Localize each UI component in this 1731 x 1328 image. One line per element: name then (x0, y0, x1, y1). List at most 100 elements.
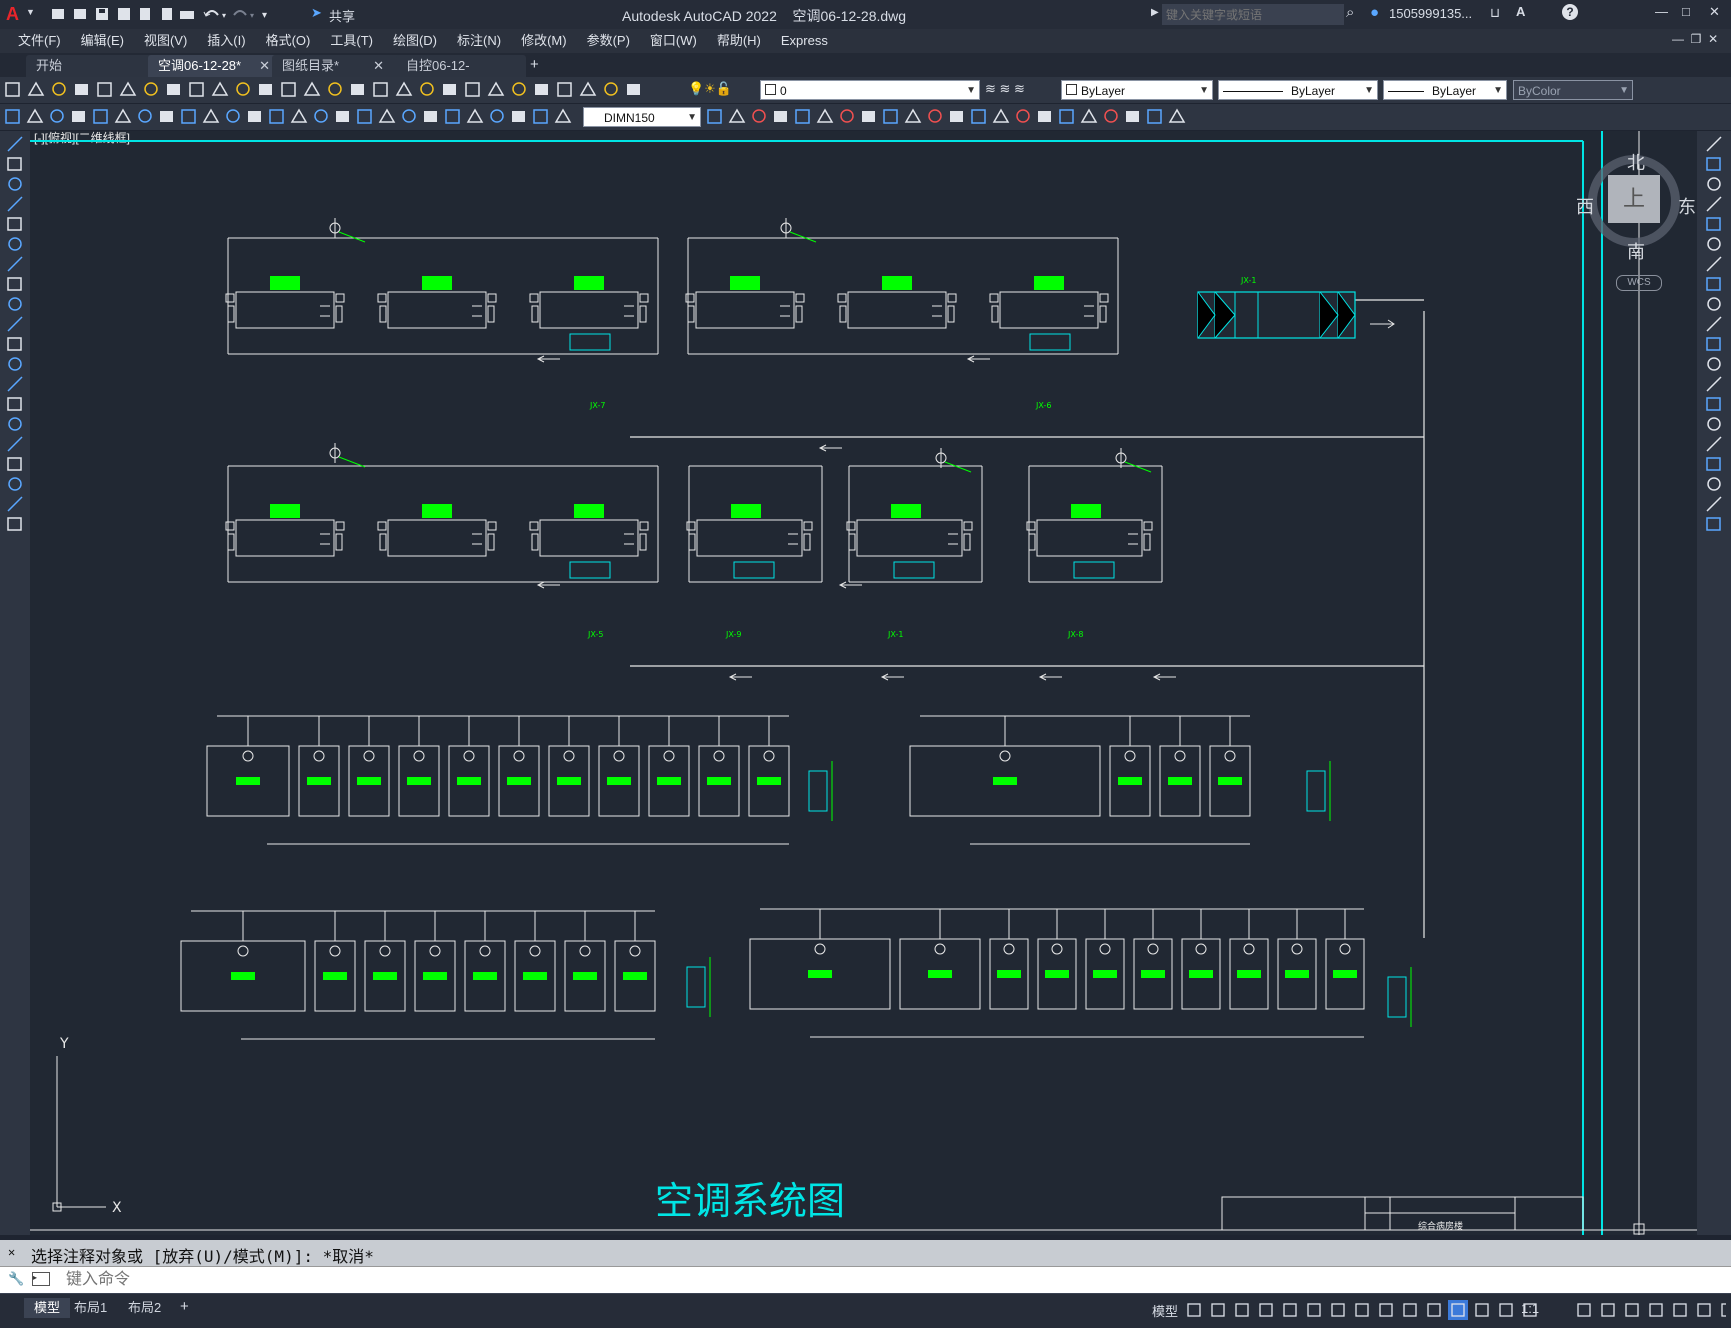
toolbar-tool-icon[interactable] (424, 111, 437, 122)
user-icon[interactable]: ● (1370, 4, 1379, 21)
toolbar-tool-icon[interactable] (992, 108, 1010, 123)
toolbar-tool-icon[interactable] (248, 111, 261, 122)
search-expand-icon[interactable]: ▶ (1151, 7, 1159, 18)
toolbar-tool-icon[interactable] (465, 82, 480, 97)
palette-tool-icon[interactable] (7, 397, 22, 411)
status-toggle-icon[interactable] (1577, 1303, 1591, 1317)
toolbar-tool-icon[interactable] (52, 82, 66, 96)
menu-item[interactable]: Express (771, 29, 838, 53)
toolbar-tool-icon[interactable] (862, 111, 875, 122)
modify-tools-icons[interactable] (1697, 131, 1731, 551)
palette-tool-icon[interactable] (1706, 316, 1722, 332)
add-layout-button[interactable]: + (180, 1298, 189, 1315)
palette-tool-icon[interactable] (7, 316, 23, 332)
toolbar-tool-icon[interactable] (93, 109, 108, 124)
toolbar-tool-icon[interactable] (211, 81, 229, 96)
close-icon[interactable]: ✕ (373, 58, 384, 73)
palette-tool-icon[interactable] (1706, 457, 1721, 471)
new-tab-button[interactable]: + (530, 56, 539, 73)
share-button[interactable]: 共享 (329, 6, 355, 25)
toolbar-tool-icon[interactable] (202, 108, 220, 123)
menu-item[interactable]: 窗口(W) (640, 29, 707, 53)
palette-tool-icon[interactable] (1707, 357, 1721, 371)
close-icon[interactable]: ✕ (8, 1245, 15, 1259)
viewcube-south[interactable]: 南 (1627, 238, 1645, 264)
lineweight-dropdown[interactable]: ByLayer ▼ (1383, 80, 1507, 100)
tab-hvac-drawing[interactable]: 空调06-12-28* ✕ (148, 55, 280, 77)
palette-tool-icon[interactable] (1706, 517, 1721, 531)
username[interactable]: 1505999135... (1389, 6, 1472, 21)
toolbar-tool-icon[interactable] (840, 109, 854, 123)
palette-tool-icon[interactable] (7, 496, 23, 512)
menu-item[interactable]: 工具(T) (320, 29, 383, 53)
toolbar-tool-icon[interactable] (114, 108, 132, 123)
toolbar-tool-icon[interactable] (119, 81, 137, 96)
tab-layout2[interactable]: 布局2 (118, 1298, 171, 1318)
toolbar-tool-icon[interactable] (281, 82, 296, 97)
palette-tool-icon[interactable] (1707, 417, 1721, 431)
menu-item[interactable]: 绘图(D) (383, 29, 447, 53)
menu-item[interactable]: 编辑(E) (71, 29, 134, 53)
toolbar-tool-icon[interactable] (303, 81, 321, 96)
menu-item[interactable]: 插入(I) (197, 29, 255, 53)
toolbar-tool-icon[interactable] (1104, 109, 1118, 123)
palette-tool-icon[interactable] (7, 217, 22, 231)
palette-tool-icon[interactable] (1707, 177, 1721, 191)
palette-tool-icon[interactable] (7, 136, 23, 152)
palette-tool-icon[interactable] (8, 237, 22, 251)
palette-tool-icon[interactable] (1706, 256, 1722, 272)
toolbar-tool-icon[interactable] (883, 109, 898, 124)
status-toggle-icon[interactable] (1379, 1303, 1393, 1317)
toolbar-tool-icon[interactable] (487, 81, 505, 96)
toolbar-tool-icon[interactable] (336, 111, 349, 122)
toolbar-tool-icon[interactable] (816, 108, 834, 123)
status-toggle-icon[interactable] (1259, 1303, 1273, 1317)
status-toggle-icon[interactable] (1235, 1303, 1249, 1317)
toolbar-tool-icon[interactable] (50, 109, 64, 123)
status-toggle-icon[interactable] (1187, 1303, 1201, 1317)
toolbar-tool-icon[interactable] (971, 109, 986, 124)
search-input[interactable] (1162, 4, 1344, 25)
palette-tool-icon[interactable] (1706, 157, 1721, 171)
viewcube-top-face[interactable]: 上 (1608, 175, 1660, 223)
toolbar-tool-icon[interactable] (579, 81, 597, 96)
status-toggle-icons[interactable] (1186, 1300, 1726, 1322)
toolbar-tool-icon[interactable] (1126, 111, 1139, 122)
toolbar-tool-icon[interactable] (373, 82, 388, 97)
linetype-dropdown[interactable]: ByLayer ▼ (1218, 80, 1378, 100)
toolbar-tool-icon[interactable] (97, 82, 112, 97)
toolbar-tool-icon[interactable] (167, 84, 180, 95)
maximize-button[interactable]: □ (1682, 4, 1690, 19)
palette-tool-icon[interactable] (1706, 196, 1722, 212)
viewcube-west[interactable]: 西 (1576, 193, 1594, 219)
status-toggle-icon[interactable] (1475, 1303, 1489, 1317)
toolbar-tool-icon[interactable] (1080, 108, 1098, 123)
tab-start[interactable]: 开始 (26, 55, 166, 77)
toolbar-tool-icon[interactable] (27, 81, 45, 96)
layer-tools-icons[interactable]: ≋ ≋ ≋ (985, 81, 1025, 97)
toolbar-tool-icon[interactable] (357, 109, 372, 124)
toolbar-tool-icon[interactable] (226, 109, 240, 123)
toolbar-tool-icon[interactable] (752, 109, 766, 123)
toolbar-tool-icon[interactable] (5, 109, 20, 124)
toolbar-tool-icon[interactable] (557, 82, 572, 97)
toolbar-tool-icon[interactable] (554, 108, 572, 123)
toolbar-tool-icon[interactable] (604, 82, 618, 96)
toolbar-tool-icon[interactable] (1147, 109, 1162, 124)
palette-tool-icon[interactable] (8, 357, 22, 371)
wcs-menu[interactable]: WCS (1616, 275, 1662, 291)
standard-toolbar-icons[interactable] (4, 80, 684, 100)
status-toggle-icon[interactable] (1448, 1300, 1468, 1320)
toolbar-tool-icon[interactable] (443, 84, 456, 95)
palette-tool-icon[interactable] (1706, 277, 1721, 291)
annotation-scale[interactable]: 1:1 (1521, 1301, 1539, 1316)
status-toggle-icon[interactable] (1211, 1303, 1225, 1317)
toolbar-tool-icon[interactable] (1038, 111, 1051, 122)
palette-tool-icon[interactable] (7, 457, 22, 471)
toolbar-tool-icon[interactable] (1059, 109, 1074, 124)
palette-tool-icon[interactable] (7, 436, 23, 452)
toolbar-tool-icon[interactable] (795, 109, 810, 124)
palette-tool-icon[interactable] (7, 256, 23, 272)
status-toggle-icon[interactable] (1499, 1303, 1513, 1317)
toolbar-tool-icon[interactable] (259, 84, 272, 95)
